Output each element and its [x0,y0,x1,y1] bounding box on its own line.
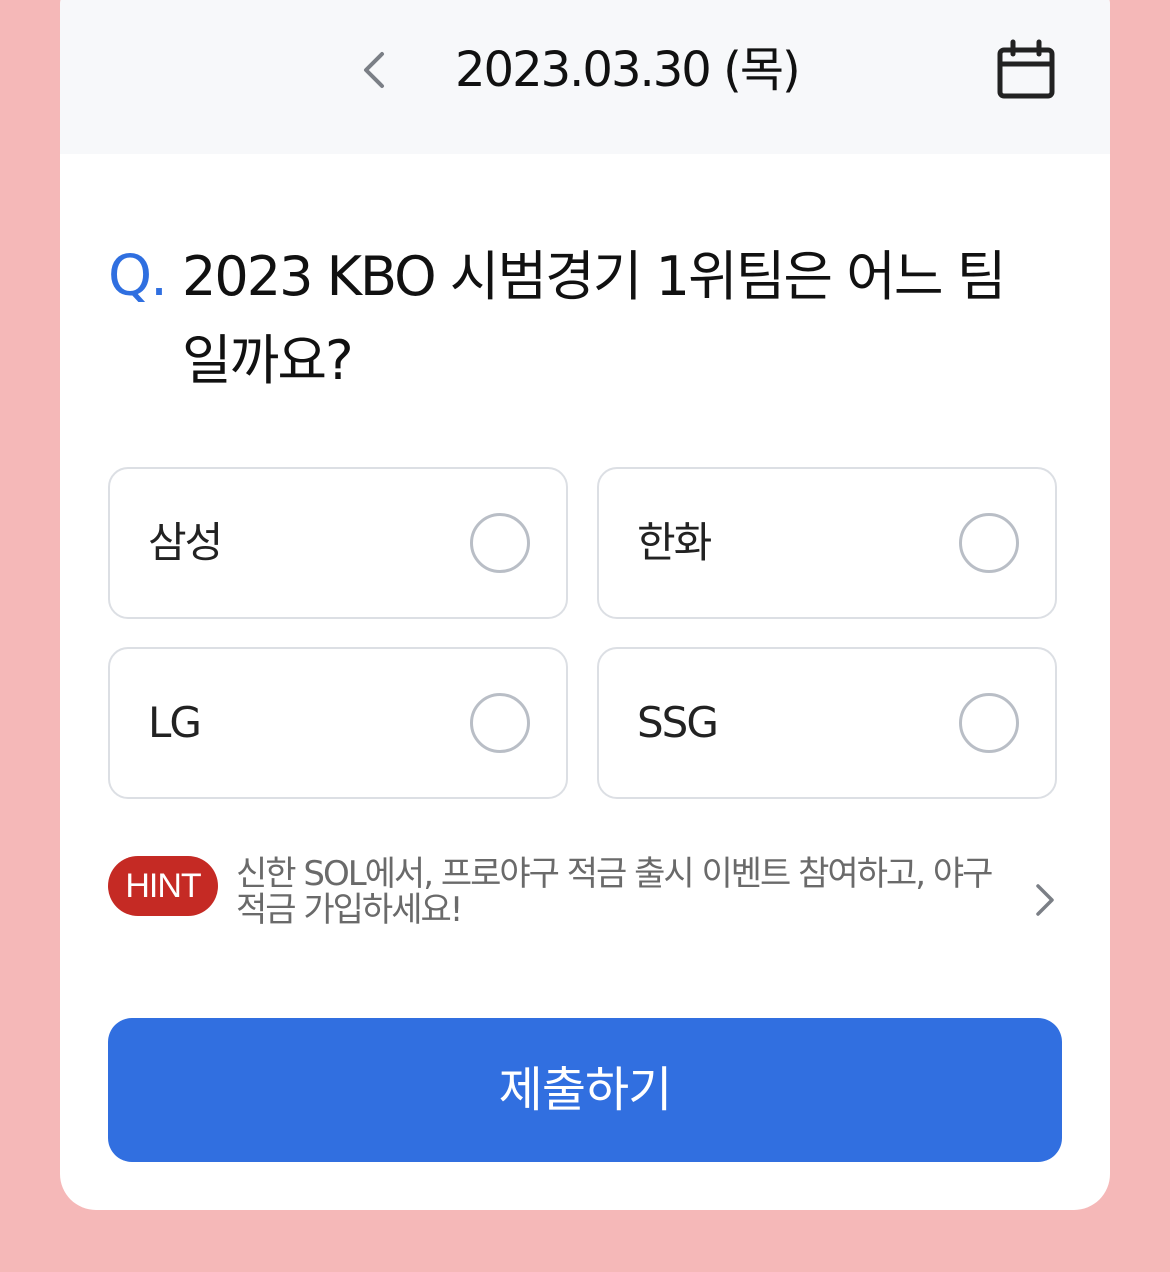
option-lg[interactable]: LG [108,647,568,799]
hint-badge: HINT [108,856,218,916]
chevron-left-icon [364,52,384,88]
option-ssg[interactable]: SSG [597,647,1057,799]
current-date: 2023.03.30 (목) [455,42,801,98]
option-label: 삼성 [148,518,223,567]
option-label: LG [148,698,202,747]
radio-circle-icon [470,513,530,573]
hint-text: 신한 SOL에서, 프로야구 적금 출시 이벤트 참여하고, 야구적금 가입하세… [236,854,993,930]
option-label: SSG [637,698,719,747]
option-label: 한화 [637,518,712,567]
submit-button[interactable]: 제출하기 [108,1018,1062,1162]
date-header: 2023.03.30 (목) [60,0,1110,154]
calendar-button[interactable] [996,38,1056,102]
option-samsung[interactable]: 삼성 [108,467,568,619]
chevron-right-icon [1036,884,1054,916]
radio-circle-icon [959,693,1019,753]
hint-banner[interactable]: HINT 신한 SOL에서, 프로야구 적금 출시 이벤트 참여하고, 야구적금… [108,854,1068,944]
radio-circle-icon [470,693,530,753]
quiz-card: 2023.03.30 (목) Q. 2023 KBO 시범경기 1위팀은 어느 … [60,0,1110,1210]
option-hanwha[interactable]: 한화 [597,467,1057,619]
question-text: 2023 KBO 시범경기 1위팀은 어느 팀 일까요? [182,245,1006,392]
calendar-icon [997,39,1055,99]
prev-date-button[interactable] [352,42,396,98]
question-prefix: Q. [108,244,168,309]
radio-circle-icon [959,513,1019,573]
